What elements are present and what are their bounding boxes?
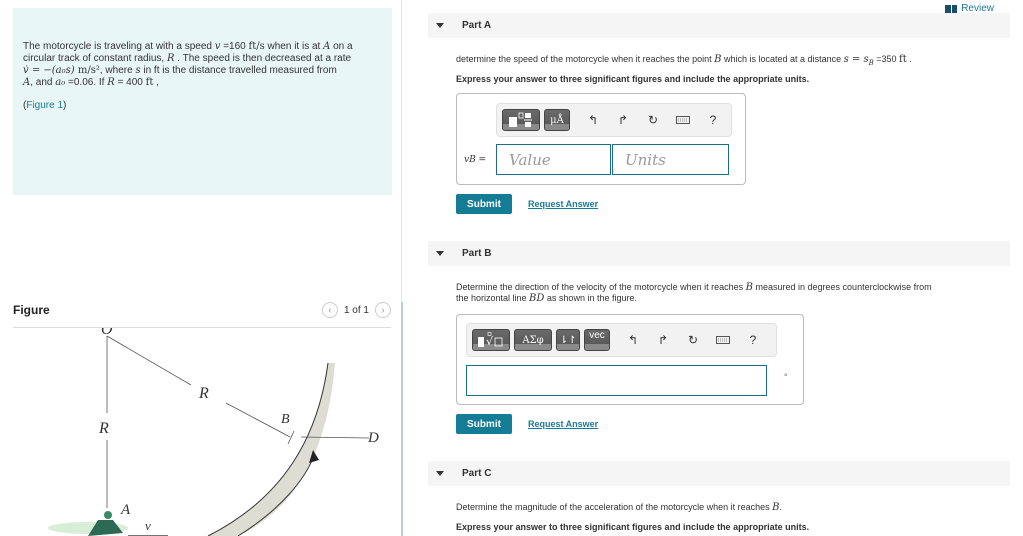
undo-icon[interactable]: ↰ <box>582 109 604 131</box>
figure-link-wrap: (Figure 1) <box>23 100 67 111</box>
value-input[interactable]: Value <box>496 144 611 175</box>
radius-line-diag-top <box>106 335 192 386</box>
figure-link[interactable]: Figure 1 <box>26 100 63 111</box>
label-v: v <box>145 518 151 533</box>
figure-page-count: 1 of 1 <box>343 304 369 316</box>
book-icon <box>945 4 958 13</box>
collapse-triangle-icon <box>436 251 444 256</box>
label-R-diag: R <box>198 385 209 402</box>
units-input[interactable]: Units <box>612 144 729 175</box>
part-b-header[interactable]: Part B <box>428 241 1010 266</box>
vector-button[interactable]: vec <box>584 329 610 351</box>
part-a-header[interactable]: Part A <box>428 13 1010 38</box>
part-a-answer-box: μÅ ↰ ↱ ↻ ? vB = Value Units <box>456 93 746 185</box>
figure-diagram: O R R B D A v <box>48 328 379 536</box>
label-O: O <box>101 328 113 338</box>
templates-button[interactable] <box>502 109 540 131</box>
tick-mark-B <box>287 430 295 445</box>
label-D: D <box>367 430 379 446</box>
part-c-instruction: Express your answer to three significant… <box>456 522 810 532</box>
part-a-request-answer-link[interactable]: Request Answer <box>528 199 598 209</box>
part-b-submit-button[interactable]: Submit <box>456 414 512 434</box>
label-B: B <box>281 412 290 427</box>
next-figure-button[interactable]: › <box>375 302 391 318</box>
undo-icon[interactable]: ↰ <box>622 329 644 351</box>
pane-divider[interactable] <box>401 0 403 536</box>
scrollbar-track[interactable] <box>401 302 403 536</box>
part-a-question: determine the speed of the motorcycle wh… <box>456 54 912 67</box>
label-A: A <box>120 502 131 518</box>
figure-header: Figure ‹ 1 of 1 › <box>13 302 391 328</box>
reset-icon[interactable]: ↻ <box>642 109 664 131</box>
part-a-instruction: Express your answer to three significant… <box>456 74 810 84</box>
svg-text:√: √ <box>486 335 494 348</box>
keyboard-icon[interactable] <box>712 329 734 351</box>
part-b-answer-box: √ ΑΣφ ⇂↾ vec ↰ ↱ ↻ ? ° <box>456 314 804 405</box>
arrows-button[interactable]: ⇂↾ <box>556 329 580 351</box>
part-b-toolbar: √ ΑΣφ ⇂↾ vec ↰ ↱ ↻ ? <box>466 323 777 357</box>
track-surface <box>208 363 335 536</box>
label-R-vertical: R <box>98 420 109 437</box>
figure-title: Figure <box>13 303 50 317</box>
degree-unit-label: ° <box>784 372 788 382</box>
direction-input[interactable] <box>466 365 767 396</box>
part-c-question: Determine the magnitude of the accelerat… <box>456 502 783 513</box>
rider-head <box>104 511 112 519</box>
redo-icon[interactable]: ↱ <box>612 109 634 131</box>
problem-text: The motorcycle is traveling at with a sp… <box>23 41 353 88</box>
fraction-template-icon <box>509 112 532 127</box>
figure-pager: ‹ 1 of 1 › <box>321 302 391 318</box>
part-a-toolbar: μÅ ↰ ↱ ↻ ? <box>496 103 732 137</box>
part-c-header[interactable]: Part C <box>428 461 1010 486</box>
radical-template-icon: √ <box>478 332 503 348</box>
collapse-triangle-icon <box>436 23 444 28</box>
templates-button[interactable]: √ <box>472 329 510 351</box>
help-icon[interactable]: ? <box>702 109 724 131</box>
collapse-triangle-icon <box>436 471 444 476</box>
redo-icon[interactable]: ↱ <box>652 329 674 351</box>
vb-label: vB = <box>464 155 487 165</box>
chevron-left-icon: ‹ <box>328 304 332 316</box>
right-pane: Review Part A determine the speed of the… <box>425 0 1023 536</box>
part-b-request-answer-link[interactable]: Request Answer <box>528 419 598 429</box>
problem-statement: The motorcycle is traveling at with a sp… <box>13 8 392 195</box>
chevron-right-icon: › <box>381 304 385 316</box>
part-a-submit-button[interactable]: Submit <box>456 194 512 214</box>
units-button[interactable]: μÅ <box>544 109 570 131</box>
keyboard-icon[interactable] <box>672 109 694 131</box>
reset-icon[interactable]: ↻ <box>682 329 704 351</box>
left-pane: The motorcycle is traveling at with a sp… <box>0 0 402 536</box>
help-icon[interactable]: ? <box>742 329 764 351</box>
greek-symbols-button[interactable]: ΑΣφ <box>514 329 552 351</box>
part-b-question: Determine the direction of the velocity … <box>456 282 932 304</box>
prev-figure-button[interactable]: ‹ <box>321 302 338 318</box>
